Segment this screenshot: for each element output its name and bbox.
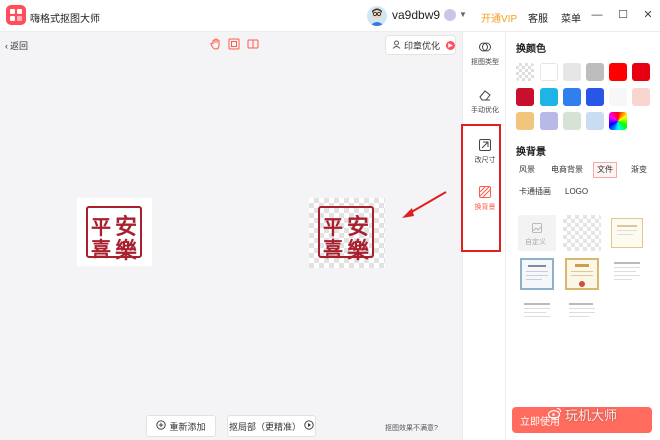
color-swatch[interactable] (563, 88, 581, 106)
strip-item-label: 手动优化 (471, 107, 499, 114)
settings-panel: 换颜色 换背景 风景 电商背景 文件 渐变 卡通插画 LOGO 自定义 立即使用 (506, 32, 660, 440)
tab-scenery[interactable]: 风景 (516, 162, 538, 178)
background-thumbnail[interactable] (608, 215, 646, 251)
seal-char: 喜 (91, 237, 111, 261)
username[interactable]: va9dbw9 (392, 8, 440, 22)
layers-icon (478, 40, 492, 54)
fit-screen-icon[interactable] (228, 38, 240, 50)
color-swatch[interactable] (586, 112, 604, 130)
color-swatch[interactable] (632, 63, 650, 81)
color-swatch[interactable] (540, 112, 558, 130)
annotation-arrow (402, 191, 447, 218)
canvas-area: ‹ 返回 印章优化 ▶ 安 平 樂 喜 安 平 樂 喜 重新添加 抠局部（更精准… (0, 32, 462, 440)
original-image: 安 平 樂 喜 (77, 198, 152, 266)
background-thumbnail[interactable] (608, 256, 646, 292)
color-swatch[interactable] (563, 112, 581, 130)
background-thumbnail[interactable] (563, 256, 601, 292)
re-add-button[interactable]: 重新添加 (146, 415, 216, 437)
custom-label: 自定义 (525, 239, 546, 246)
background-heading: 换背景 (516, 147, 546, 158)
color-swatch[interactable] (516, 88, 534, 106)
color-swatch[interactable] (609, 63, 627, 81)
watermark-text: 玩机大师 (565, 408, 618, 423)
background-thumbnail[interactable] (563, 215, 601, 251)
chevron-down-icon[interactable]: ▼ (459, 10, 467, 19)
color-swatch[interactable] (586, 63, 604, 81)
color-swatch[interactable] (632, 88, 650, 106)
menu-button[interactable]: 菜单 (561, 10, 581, 25)
unsatisfied-link[interactable]: 抠图效果不满意? (385, 423, 438, 433)
color-swatch[interactable] (516, 112, 534, 130)
seal-char: 樂 (347, 238, 370, 264)
color-swatch-custom[interactable] (609, 112, 627, 130)
title-bar: 嗨格式抠图大师 va9dbw9 ▼ 开通VIP 客服 菜单 — ☐ ✕ (0, 0, 660, 32)
play-icon: ▶ (446, 40, 455, 50)
annotation-highlight-box (461, 124, 501, 252)
background-thumbnail[interactable] (518, 256, 556, 292)
member-badge-icon (444, 9, 456, 21)
tab-cartoon[interactable]: 卡通插画 (516, 184, 554, 200)
color-heading: 换颜色 (516, 44, 546, 55)
minimize-icon[interactable]: — (590, 8, 604, 22)
user-icon (392, 40, 401, 51)
strip-item-manual-optimize[interactable]: 手动优化 (463, 88, 507, 115)
hand-icon[interactable] (210, 38, 222, 50)
app-logo-icon (6, 5, 26, 25)
avatar[interactable] (367, 6, 387, 26)
play-circle-icon (304, 420, 314, 432)
seal-optimize-label: 印章优化 (404, 40, 441, 51)
color-swatch[interactable] (609, 88, 627, 106)
tab-ecommerce[interactable]: 电商背景 (548, 162, 586, 178)
precise-cutout-label: 抠局部（更精准） (228, 421, 301, 432)
watermark: 玩机大师 (547, 405, 618, 424)
strip-item-cutout-type[interactable]: 抠图类型 (463, 40, 507, 67)
maximize-icon[interactable]: ☐ (616, 8, 630, 22)
tab-logo[interactable]: LOGO (562, 184, 591, 200)
vip-link[interactable]: 开通VIP (481, 10, 517, 25)
weibo-logo-icon (547, 407, 562, 422)
compare-icon[interactable] (247, 38, 259, 50)
color-swatch[interactable] (586, 88, 604, 106)
color-swatch[interactable] (540, 63, 558, 81)
background-thumbnail[interactable] (518, 297, 556, 333)
tab-gradient[interactable]: 渐变 (628, 162, 650, 178)
seal-stamp: 安 平 樂 喜 (86, 206, 142, 264)
chevron-left-icon: ‹ (5, 40, 8, 51)
color-swatch[interactable] (540, 88, 558, 106)
tab-document[interactable]: 文件 (593, 162, 617, 178)
custom-background-button[interactable]: 自定义 (518, 215, 556, 251)
background-thumbnail[interactable] (563, 297, 601, 333)
seal-optimize-button[interactable]: 印章优化 ▶ (385, 35, 456, 55)
app-title: 嗨格式抠图大师 (30, 14, 100, 25)
back-label: 返回 (10, 41, 29, 51)
strip-item-label: 抠图类型 (471, 59, 499, 66)
plus-circle-icon (156, 420, 167, 432)
close-icon[interactable]: ✕ (641, 8, 655, 22)
eraser-icon (478, 88, 492, 102)
back-button[interactable]: ‹ 返回 (5, 39, 28, 52)
precise-cutout-button[interactable]: 抠局部（更精准） (227, 415, 316, 437)
seal-char: 樂 (115, 238, 138, 264)
seal-char: 喜 (323, 237, 343, 261)
image-add-icon (532, 223, 542, 236)
seal-stamp: 安 平 樂 喜 (318, 206, 374, 264)
color-swatch-transparent[interactable] (516, 63, 534, 81)
result-image: 安 平 樂 喜 (309, 198, 385, 268)
color-swatch[interactable] (563, 63, 581, 81)
customer-service-button[interactable]: 客服 (528, 10, 548, 25)
re-add-label: 重新添加 (169, 421, 206, 432)
